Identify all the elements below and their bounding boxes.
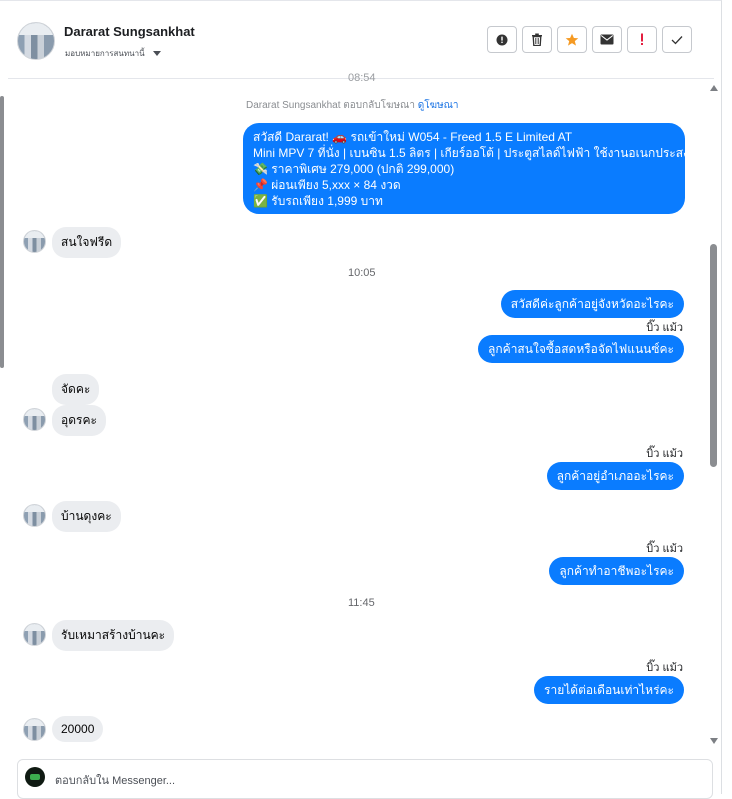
page-avatar-icon [25,767,45,787]
outgoing-message: ลูกค้าทำอาชีพอะไรคะ [549,557,684,585]
ad-line-4: 📌 ผ่อนเพียง 5,xxx × 84 งวด [253,178,401,192]
spam-button[interactable] [627,26,657,53]
timestamp-partial: 08:54 [348,72,376,84]
ad-line-5: ✅ รับรถเพียง 1,999 บาท [253,194,383,208]
outgoing-message: ลูกค้าอยู่อำเภออะไรคะ [546,462,684,490]
incoming-message: รับเหมาสร้างบ้านคะ [52,620,175,651]
sender-name: บิ๊ว แม้ว [646,662,683,674]
mail-button[interactable] [592,26,622,53]
ad-line-2: Mini MPV 7 ที่นั่ง | เบนซิน 1.5 ลิตร | เ… [253,146,697,160]
ad-reply-text: Dararat Sungsankhat ตอบกลับโฆษณา [246,100,415,111]
envelope-icon [600,34,614,45]
conversation-panel: Dararat Sungsankhat มอบหมายการสนทนานี้ 0… [0,0,722,799]
alert-circle-icon [496,34,508,45]
view-ad-link[interactable]: ดูโฆษณา [418,100,459,111]
star-icon [565,33,579,46]
outgoing-message: รายได้ต่อเดือนเท่าไหร่คะ [534,676,684,704]
incoming-message: 20000 [52,716,104,742]
incoming-message: บ้านดุงคะ [52,501,121,532]
timestamp: 11:45 [348,597,375,609]
ad-reply-note: Dararat Sungsankhat ตอบกลับโฆษณา ดูโฆษณา [246,98,459,113]
scroll-down-icon[interactable] [710,738,718,744]
scroll-up-icon[interactable] [710,85,718,91]
delete-button[interactable] [522,26,552,53]
sender-avatar[interactable] [23,230,46,253]
mark-done-button[interactable] [662,26,692,53]
outgoing-message: ลูกค้าสนใจซื้อสดหรือจัดไฟแนนซ์คะ [478,335,684,363]
assign-label: มอบหมายการสนทนานี้ [65,49,145,58]
timestamp: 10:05 [348,267,376,279]
check-icon [671,35,683,44]
sender-avatar[interactable] [23,408,46,431]
ad-line-1: สวัสดี Dararat! 🚗 รถเข้าใหม่ W054 - Free… [253,130,573,144]
conversation-header: Dararat Sungsankhat มอบหมายการสนทนานี้ [8,9,714,79]
sender-avatar[interactable] [23,718,46,741]
contact-avatar[interactable] [17,22,55,60]
contact-name[interactable]: Dararat Sungsankhat [64,24,195,39]
exclamation-icon [641,33,643,45]
incoming-message: สนใจฟรีด [52,227,122,258]
incoming-message: จัดคะ [52,374,100,405]
info-button[interactable] [487,26,517,53]
sender-avatar[interactable] [23,504,46,527]
star-button[interactable] [557,26,587,53]
scrollbar-thumb[interactable] [710,244,717,467]
chevron-down-icon [152,51,161,56]
sender-name: บิ๊ว แม้ว [646,543,683,555]
trash-icon [532,33,542,46]
assign-conversation-dropdown[interactable]: มอบหมายการสนทนานี้ [65,47,161,60]
outgoing-message: สวัสดีค่ะลูกค้าอยู่จังหวัดอะไรคะ [500,290,684,318]
reply-composer[interactable]: ตอบกลับใน Messenger... [17,759,713,799]
sender-avatar[interactable] [23,623,46,646]
ad-line-3: 💸 ราคาพิเศษ 279,000 (ปกติ 299,000) [253,162,455,176]
ad-message-bubble: สวัสดี Dararat! 🚗 รถเข้าใหม่ W054 - Free… [243,123,697,214]
incoming-message: อุดรคะ [52,405,106,436]
sender-name: บิ๊ว แม้ว [646,322,683,334]
left-scroll-indicator [0,96,4,368]
action-toolbar [487,26,692,53]
message-scrollbar[interactable] [706,81,722,749]
composer-placeholder: ตอบกลับใน Messenger... [55,775,176,787]
sender-name: บิ๊ว แม้ว [646,448,683,460]
